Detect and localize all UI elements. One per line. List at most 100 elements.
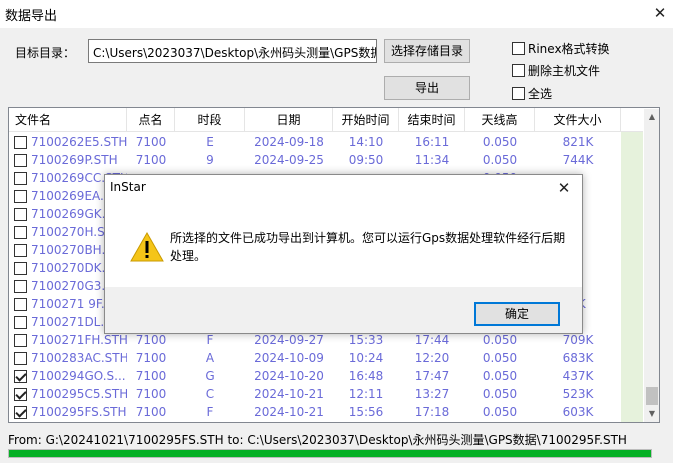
row-cell-point: 7100 (135, 387, 167, 401)
target-dir-input[interactable]: C:\Users\2023037\Desktop\永州码头测量\GPS数据 (88, 39, 377, 63)
table-row[interactable]: 7100294GO.S... 7100 G 2024-10-20 16:48 17:47 0… (9, 367, 643, 385)
row-cell-session: E (206, 135, 214, 149)
row-cell-end: 11:34 (414, 153, 450, 167)
row-checkbox[interactable] (14, 262, 27, 275)
row-cell-start: 12:11 (348, 387, 384, 401)
row-checkbox[interactable] (14, 370, 27, 383)
row-checkbox[interactable] (14, 154, 27, 167)
row-checkbox[interactable] (14, 352, 27, 365)
row-cell-end: 12:20 (414, 351, 450, 365)
rinex-checkbox[interactable] (512, 42, 525, 55)
dialog-body: 所选择的文件已成功导出到计算机。您可以运行Gps数据处理软件经行后期处理。 (105, 201, 582, 287)
delete-host-checkbox[interactable] (512, 64, 525, 77)
progress-fill (9, 450, 651, 457)
col-filename[interactable]: 文件名 (9, 108, 127, 132)
row-cell-point: 7100 (135, 405, 167, 419)
rinex-label: Rinex格式转换 (528, 42, 610, 56)
target-dir-label: 目标目录： (15, 46, 76, 60)
browse-dir-button[interactable]: 选择存储目录 (384, 39, 470, 63)
row-cell-end: 17:18 (414, 405, 450, 419)
row-cell-end: 13:27 (414, 387, 450, 401)
vertical-scrollbar[interactable]: ▲ ▼ (644, 109, 659, 422)
row-cell-point: 7100 (135, 135, 167, 149)
row-cell-size: 744K (562, 153, 594, 167)
row-checkbox[interactable] (14, 244, 27, 257)
row-cell-start: 10:24 (348, 351, 384, 365)
row-checkbox[interactable] (14, 280, 27, 293)
row-cell-date: 2024-09-18 (254, 135, 324, 149)
row-cell-date: 2024-09-25 (254, 153, 324, 167)
select-all-option[interactable]: 全选 (512, 85, 552, 102)
row-checkbox[interactable] (14, 334, 27, 347)
row-checkbox[interactable] (14, 316, 27, 329)
select-all-checkbox[interactable] (512, 87, 525, 100)
row-cell-size: 437K (562, 369, 594, 383)
row-cell-size: 523K (562, 387, 594, 401)
delete-host-option[interactable]: 删除主机文件 (512, 62, 600, 79)
export-button[interactable]: 导出 (384, 76, 470, 100)
table-row[interactable]: 7100283AC.STH 7100 A 2024-10-09 10:24 12:20 0.… (9, 349, 643, 367)
export-window: 数据导出 ✕ 目标目录： C:\Users\2023037\Desktop\永州… (0, 0, 673, 463)
row-cell-session: C (205, 387, 215, 401)
row-cell-size: 821K (562, 135, 594, 149)
rinex-option[interactable]: Rinex格式转换 (512, 40, 610, 57)
row-cell-antenna: 0.050 (482, 153, 518, 167)
row-cell-point: 7100 (135, 153, 167, 167)
row-cell-session: F (206, 405, 214, 419)
progress-bar (8, 449, 652, 458)
row-cell-point: 7100 (135, 369, 167, 383)
scroll-thumb[interactable] (646, 387, 658, 405)
row-cell-antenna: 0.050 (482, 135, 518, 149)
col-session[interactable]: 时段 (175, 108, 245, 132)
row-checkbox[interactable] (14, 172, 27, 185)
col-size[interactable]: 文件大小 (535, 108, 621, 132)
row-cell-antenna: 0.050 (482, 369, 518, 383)
row-checkbox[interactable] (14, 190, 27, 203)
table-row[interactable]: 7100269P.STH 7100 9 2024-09-25 09:50 11:34 0.0… (9, 151, 643, 169)
table-row[interactable]: 7100295FS.STH 7100 F 2024-10-21 15:56 17:18 0.… (9, 403, 643, 421)
row-checkbox[interactable] (14, 136, 27, 149)
row-checkbox[interactable] (14, 298, 27, 311)
row-cell-antenna: 0.050 (482, 387, 518, 401)
row-cell-file: 7100295C5.STH (31, 387, 127, 401)
row-cell-date: 2024-10-09 (254, 351, 324, 365)
table-row[interactable]: 7100262E5.STH 7100 E 2024-09-18 14:10 16:11 0.… (9, 133, 643, 151)
row-cell-session: 9 (206, 153, 214, 167)
row-cell-point: 7100 (135, 351, 167, 365)
row-checkbox[interactable] (14, 208, 27, 221)
col-point[interactable]: 点名 (127, 108, 175, 132)
close-icon[interactable]: ✕ (650, 2, 670, 24)
row-cell-start: 09:50 (348, 153, 384, 167)
row-cell-file: 7100294GO.S... (31, 369, 126, 383)
row-checkbox[interactable] (14, 406, 27, 419)
row-checkbox[interactable] (14, 388, 27, 401)
row-cell-file: 7100269P.STH (31, 153, 118, 167)
scroll-down-icon[interactable]: ▼ (644, 406, 659, 422)
row-cell-antenna: 0.050 (482, 405, 518, 419)
dialog-close-icon[interactable]: ✕ (553, 177, 575, 199)
status-text: From: G:\20241021\7100295FS.STH to: C:\U… (8, 433, 627, 447)
message-dialog: InStar ✕ 所选择的文件已成功导出到计算机。您可以运行Gps数据处理软件经… (104, 174, 583, 334)
row-cell-end: 16:11 (414, 135, 450, 149)
row-cell-end: 17:47 (414, 369, 450, 383)
row-cell-date: 2024-10-21 (254, 405, 324, 419)
list-header: 文件名 点名 时段 日期 开始时间 结束时间 天线高 文件大小 (9, 108, 643, 132)
row-cell-size: 683K (562, 351, 594, 365)
col-date[interactable]: 日期 (245, 108, 333, 132)
row-cell-antenna: 0.050 (482, 351, 518, 365)
col-start[interactable]: 开始时间 (333, 108, 399, 132)
row-cell-start: 15:56 (348, 405, 384, 419)
ok-button[interactable]: 确定 (474, 302, 560, 326)
row-checkbox[interactable] (14, 226, 27, 239)
select-all-label: 全选 (528, 87, 553, 101)
col-end[interactable]: 结束时间 (399, 108, 465, 132)
row-cell-session: G (205, 369, 215, 383)
warning-icon (130, 232, 164, 262)
col-antenna[interactable]: 天线高 (465, 108, 535, 132)
title-bar: 数据导出 ✕ (0, 0, 673, 28)
row-cell-file: 7100262E5.STH (31, 135, 127, 149)
dialog-message: 所选择的文件已成功导出到计算机。您可以运行Gps数据处理软件经行后期处理。 (170, 231, 566, 263)
dialog-title: InStar (110, 180, 146, 194)
scroll-up-icon[interactable]: ▲ (644, 109, 659, 125)
table-row[interactable]: 7100295C5.STH 7100 C 2024-10-21 12:11 13:27 0.… (9, 385, 643, 403)
